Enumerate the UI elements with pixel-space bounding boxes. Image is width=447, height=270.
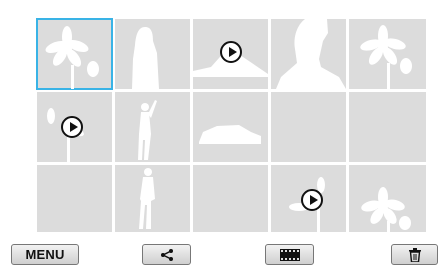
man-standing-image — [139, 168, 155, 229]
thumbnail-flower-partial-video[interactable] — [37, 92, 112, 162]
woman-silhouette-image — [132, 27, 159, 89]
thumbnail-car[interactable] — [193, 92, 268, 162]
filmstrip-button[interactable] — [265, 244, 314, 265]
woman-closeup-image — [276, 19, 346, 89]
thumbnail-woman-closeup[interactable] — [271, 19, 346, 89]
thumbnail-grid — [36, 18, 426, 232]
car-image — [199, 125, 261, 144]
thumbnail-flower-partial-video[interactable] — [271, 165, 346, 232]
delete-button[interactable] — [391, 244, 438, 265]
share-icon — [160, 248, 173, 261]
man-pointing-image — [138, 100, 157, 160]
thumbnail-blank[interactable] — [37, 165, 112, 232]
play-icon[interactable] — [61, 116, 83, 138]
thumbnail-flower-selected[interactable] — [36, 18, 113, 90]
thumbnail-flower[interactable] — [349, 19, 426, 89]
flower-image — [360, 25, 412, 89]
play-icon[interactable] — [220, 41, 242, 63]
flower-image — [361, 187, 411, 232]
thumbnail-landscape-video[interactable] — [193, 19, 268, 89]
bottom-toolbar: MENU — [0, 241, 447, 270]
trash-icon — [408, 247, 421, 262]
thumbnail-man-standing[interactable] — [115, 165, 190, 232]
thumbnail-woman-silhouette[interactable] — [115, 19, 190, 89]
thumbnail-blank[interactable] — [349, 92, 426, 162]
thumbnail-blank[interactable] — [271, 92, 346, 162]
thumbnail-blank[interactable] — [193, 165, 268, 232]
filmstrip-icon — [279, 248, 300, 261]
menu-button[interactable]: MENU — [11, 244, 79, 265]
thumbnail-man-pointing[interactable] — [115, 92, 190, 162]
play-icon[interactable] — [301, 189, 323, 211]
thumbnail-flower[interactable] — [349, 165, 426, 232]
flower-image — [45, 26, 99, 89]
share-button[interactable] — [142, 244, 191, 265]
